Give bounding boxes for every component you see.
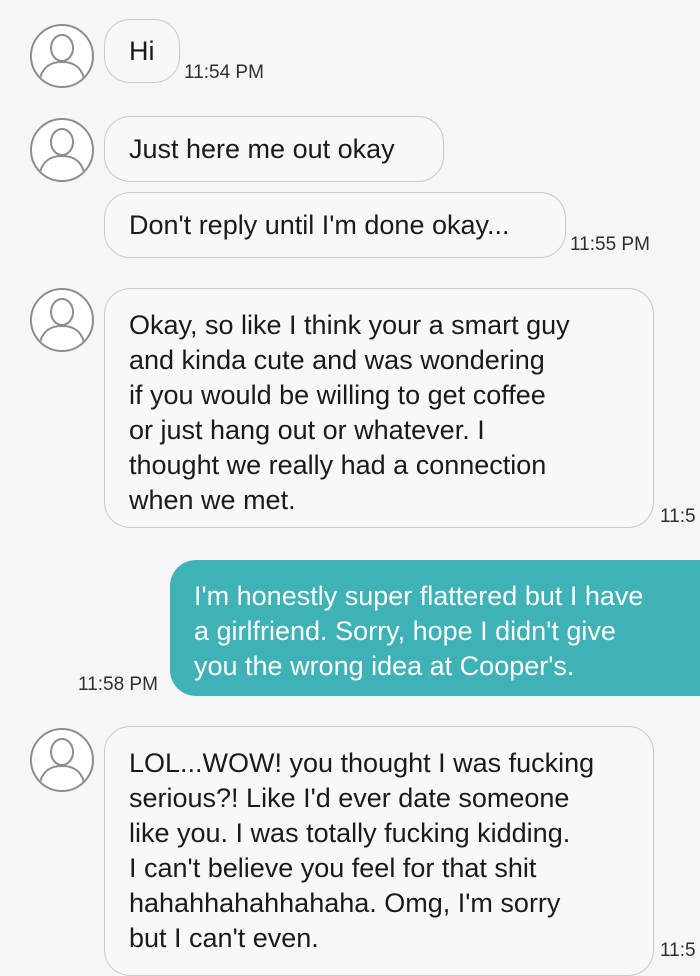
- message-bubble-incoming[interactable]: Don't reply until I'm done okay...: [104, 192, 566, 258]
- message-bubble-incoming[interactable]: Hi: [104, 19, 180, 83]
- message-timestamp: 11:58 PM: [78, 674, 158, 695]
- message-bubble-incoming[interactable]: Just here me out okay: [104, 116, 444, 182]
- message-timestamp: 11:55 PM: [570, 234, 650, 255]
- message-bubble-incoming[interactable]: Okay, so like I think your a smart guy a…: [104, 288, 654, 528]
- message-timestamp: 11:5: [660, 506, 696, 527]
- contact-avatar[interactable]: [30, 728, 94, 792]
- message-timestamp: 11:5: [660, 940, 696, 961]
- message-bubble-incoming[interactable]: LOL...WOW! you thought I was fucking ser…: [104, 726, 654, 976]
- message-timestamp: 11:54 PM: [184, 62, 264, 83]
- person-outline-icon: [39, 738, 85, 783]
- contact-avatar[interactable]: [30, 118, 94, 182]
- message-bubble-outgoing[interactable]: I'm honestly super flattered but I have …: [170, 560, 700, 696]
- person-outline-icon: [39, 128, 85, 173]
- contact-avatar[interactable]: [30, 24, 94, 88]
- person-outline-icon: [39, 34, 85, 79]
- contact-avatar[interactable]: [30, 288, 94, 352]
- person-outline-icon: [39, 298, 85, 343]
